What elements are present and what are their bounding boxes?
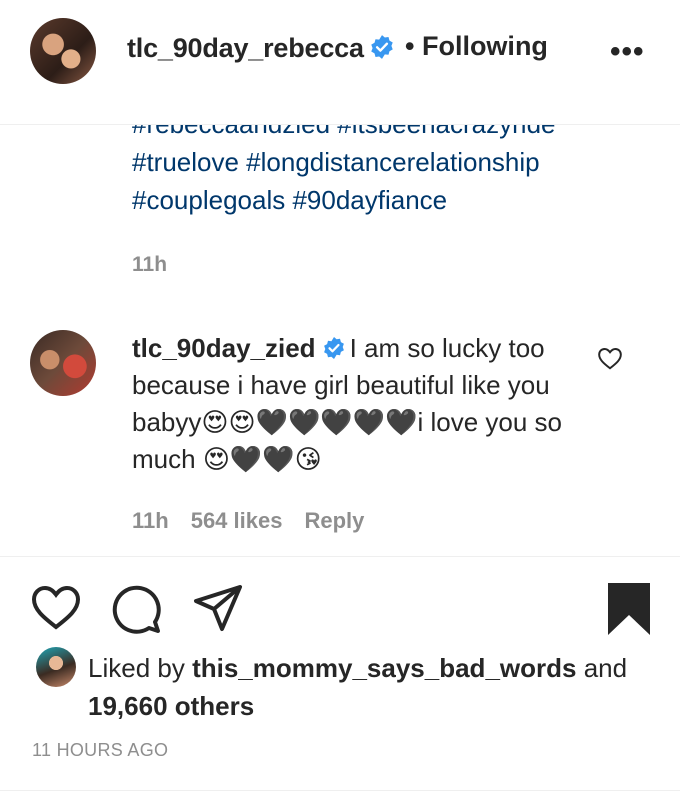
comment-emoji: 😍😍🖤🖤🖤🖤🖤	[201, 407, 418, 437]
heart-icon[interactable]	[30, 583, 82, 631]
more-icon[interactable]: •••	[610, 35, 645, 69]
comment-time: 11h	[132, 508, 169, 533]
author-username[interactable]: tlc_90day_rebecca	[127, 33, 364, 64]
comment-like-heart-icon[interactable]	[597, 346, 623, 370]
caption-time: 11h	[132, 253, 168, 276]
liker-username[interactable]: this_mommy_says_bad_words	[192, 653, 576, 683]
comment-body: tlc_90day_zied I am so lucky too because…	[132, 330, 572, 478]
verified-badge-icon	[371, 35, 393, 59]
commenter-username[interactable]: tlc_90day_zied	[132, 333, 316, 363]
others-count[interactable]: 19,660 others	[88, 691, 254, 721]
caption-hashtags: #rebeccaandzied #itsbeenacrazyride #true…	[132, 125, 652, 219]
comment-emoji: 😍🖤🖤😘	[202, 444, 322, 474]
hashtag-line[interactable]: #couplegoals #90dayfiance	[132, 181, 652, 219]
share-icon[interactable]	[192, 583, 244, 633]
hashtag-line[interactable]: #truelove #longdistancerelationship	[132, 143, 652, 181]
divider	[0, 790, 680, 791]
comments-region: #rebeccaandzied #itsbeenacrazyride #true…	[0, 125, 680, 555]
comment-likes[interactable]: 564 likes	[191, 508, 283, 533]
liked-by-prefix: Liked by	[88, 653, 193, 683]
comment-icon[interactable]	[110, 583, 162, 635]
comment-meta: 11h 564 likes Reply	[132, 508, 386, 534]
bookmark-icon[interactable]	[606, 583, 652, 635]
hashtag-line[interactable]: #rebeccaandzied #itsbeenacrazyride	[132, 125, 652, 143]
reply-button[interactable]: Reply	[304, 508, 364, 533]
following-button[interactable]: • Following	[405, 31, 548, 62]
post-actions: Liked by this_mommy_says_bad_words and 1…	[0, 556, 680, 760]
liked-by-and: and	[576, 653, 628, 683]
post-timestamp: 11 HOURS AGO	[32, 740, 169, 760]
commenter-avatar[interactable]	[30, 330, 96, 396]
post-header: tlc_90day_rebecca • Following •••	[0, 0, 680, 125]
likes-summary: Liked by this_mommy_says_bad_words and 1…	[88, 649, 658, 725]
verified-badge-icon	[323, 337, 344, 359]
author-avatar[interactable]	[30, 18, 96, 84]
liker-avatar[interactable]	[36, 647, 76, 687]
